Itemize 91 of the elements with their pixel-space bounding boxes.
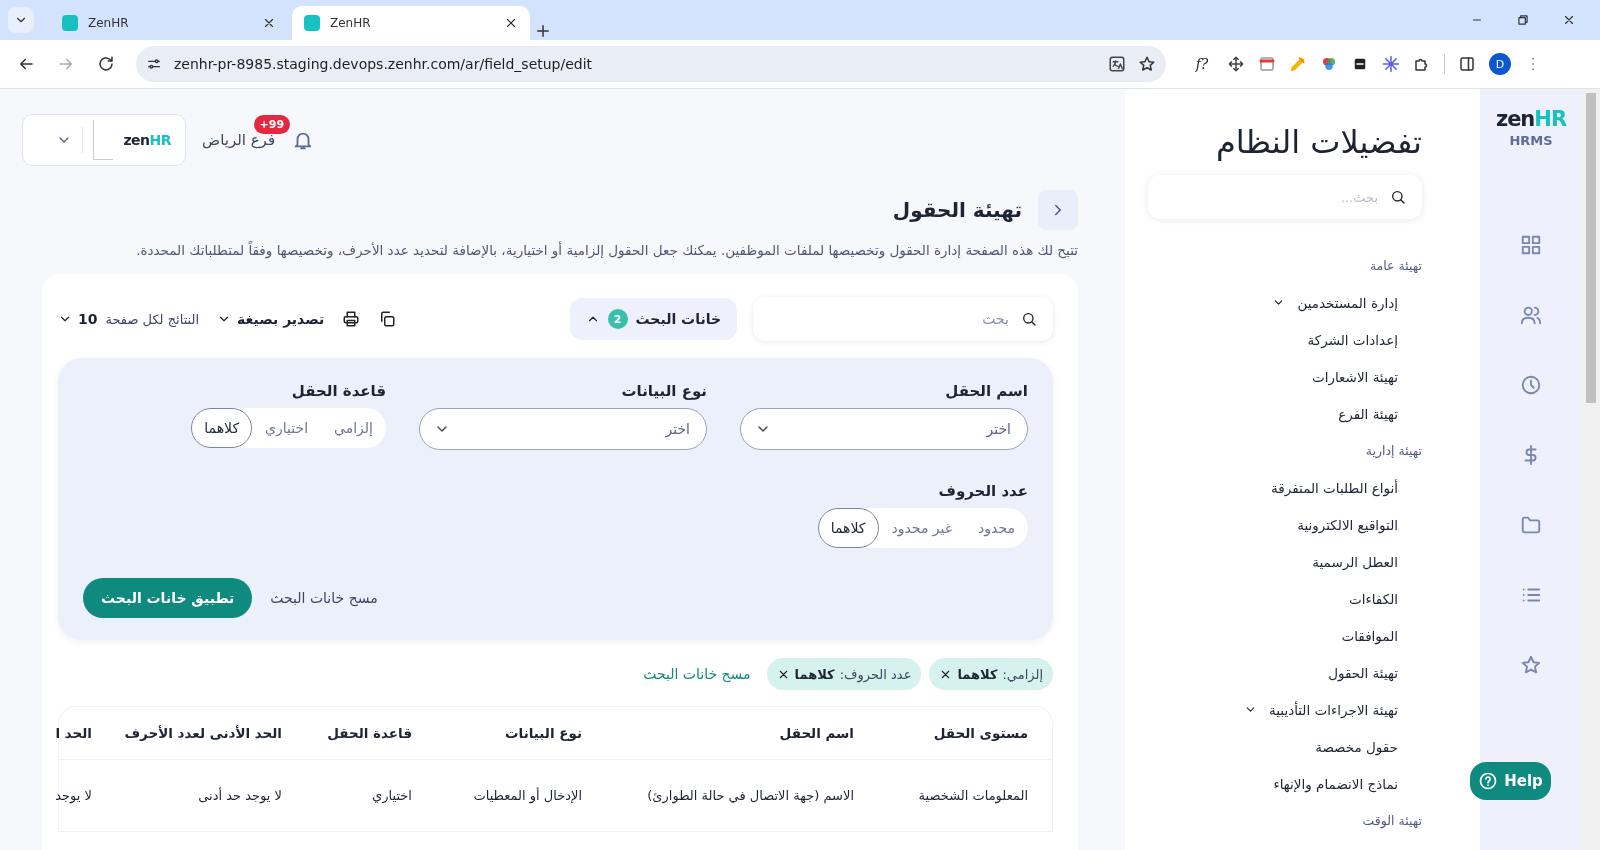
column-header: مستوى الحقل <box>932 724 1029 743</box>
move-icon[interactable] <box>1227 55 1245 73</box>
dropdown[interactable]: اختر <box>419 408 707 450</box>
nav-item[interactable]: إعدادات الشركة <box>1148 321 1422 358</box>
nav-item[interactable]: تهيئة الفرع <box>1148 395 1422 432</box>
favicon-icon <box>62 15 78 31</box>
company-switcher[interactable]: zenHR <box>22 114 186 166</box>
nav-item[interactable]: حقول مخصصة <box>1148 728 1422 765</box>
profile-avatar[interactable]: D <box>1489 53 1511 75</box>
close-icon[interactable] <box>504 16 518 30</box>
filter-chip[interactable]: عدد الحروف: كلاهما <box>766 658 922 690</box>
table-cell-text: اختياري <box>371 787 413 805</box>
grid-icon[interactable] <box>1520 234 1542 256</box>
search-icon <box>1390 189 1406 205</box>
restore-icon[interactable] <box>1516 13 1530 27</box>
sparkle-icon[interactable] <box>1382 55 1400 73</box>
close-icon[interactable] <box>1562 13 1576 27</box>
users-icon[interactable] <box>1520 304 1542 326</box>
table-cell-text: الإدخال أو المعطيات <box>472 786 583 806</box>
per-page-label: النتائج لكل صفحة <box>105 311 200 327</box>
color-wheel-icon[interactable] <box>1320 55 1338 73</box>
field-label: نوع البيانات <box>620 382 707 400</box>
nav-item[interactable]: الموافقات <box>1148 617 1422 654</box>
per-page-select[interactable]: 10 <box>58 311 98 327</box>
nav-item[interactable]: أنواع الطلبات المتفرقة <box>1148 469 1422 506</box>
browser-tab[interactable]: ZenHR <box>292 6 530 40</box>
search-field[interactable]: بحث <box>753 297 1053 341</box>
nav-item[interactable]: نماذج الانضمام والإنهاء <box>1148 765 1422 802</box>
column-header: الحد الأدنى لعدد الأحرف <box>123 724 283 743</box>
column-header: نوع البيانات <box>504 724 583 743</box>
nav-item[interactable]: تهيئة الاجراءات التأديبية <box>1148 691 1422 728</box>
copy-icon[interactable] <box>378 310 397 328</box>
translate-icon[interactable] <box>1108 55 1126 73</box>
reload-icon[interactable] <box>97 55 115 73</box>
address-bar[interactable]: zenhr-pr-8985.staging.devops.zenhr.com/ar/field_setup/edit <box>136 46 1166 82</box>
column-header: قاعدة الحقل <box>326 724 413 743</box>
clear-filters-link[interactable]: مسح خانات البحث <box>270 590 378 606</box>
side-panel-icon[interactable] <box>1458 55 1476 73</box>
table-cell-text: لا يوجد <box>55 787 93 806</box>
search-field[interactable]: بحث... <box>1148 175 1422 219</box>
logo: zenHR <box>1495 107 1567 131</box>
column-header: اسم الحقل <box>778 724 855 743</box>
table-cell-text: المعلومات الشخصية <box>917 787 1029 806</box>
branch-name: فرع الرياض <box>202 131 276 149</box>
page-description: تتيح لك هذه الصفحة إدارة الحقول وتخصيصها لملفات الموظفين. يمكنك جعل الحقول إلزامية أو اختيارية، بالإضافة لتحديد عدد الأحرف، وتخصيصها وفقاً لمتطلباتك المحددة. <box>135 242 1078 258</box>
bookmark-star-icon[interactable] <box>1138 55 1156 73</box>
table-cell-text: الاسم (جهة الاتصال في حالة الطوارئ) <box>646 787 855 806</box>
plus-icon[interactable] <box>534 22 552 40</box>
section-heading: تهيئة إدارية <box>1364 442 1422 460</box>
field-label: اسم الحقل <box>944 382 1028 400</box>
filter-chip[interactable]: إلزامي: كلاهما <box>929 658 1053 690</box>
table-cell-text: لا يوجد حد أدنى <box>197 786 283 806</box>
column-header: الحد ا <box>55 724 93 743</box>
close-icon[interactable] <box>262 16 276 30</box>
clock-icon[interactable] <box>1520 374 1542 396</box>
nav-item[interactable]: تهيئة الاشعارات <box>1148 358 1422 395</box>
site-settings-icon[interactable] <box>146 56 162 72</box>
section-heading: تهيئة الوقت <box>1361 812 1422 831</box>
apply-filters-button[interactable]: تطبيق خانات البحث <box>83 578 253 618</box>
scrollbar[interactable] <box>1582 89 1600 850</box>
star-icon[interactable] <box>1520 654 1542 676</box>
section-heading: تهيئة عامة <box>1368 257 1422 275</box>
segment-option[interactable]: إلزامي <box>321 408 386 448</box>
nav-item[interactable]: إدارة المستخدمين <box>1148 284 1422 321</box>
panel-title: تفضيلات النظام <box>1215 123 1422 161</box>
extension-button[interactable]: f? <box>1190 56 1214 72</box>
nav-item[interactable]: التواقيع الالكترونية <box>1148 506 1422 543</box>
help-button[interactable]: Help <box>1470 762 1551 800</box>
calendar-icon[interactable] <box>1258 55 1276 73</box>
product-name: HRMS <box>1509 133 1553 148</box>
dropdown[interactable]: اختر <box>740 408 1028 450</box>
help-icon <box>1478 771 1499 791</box>
notification-badge: +99 <box>253 115 291 134</box>
nav-item[interactable]: العطل الرسمية <box>1148 543 1422 580</box>
field-label: عدد الحروف <box>937 482 1028 500</box>
browser-tab[interactable]: ZenHR <box>50 6 288 40</box>
nav-item[interactable]: الكفاءات <box>1148 580 1422 617</box>
count-badge: 2 <box>607 309 628 329</box>
segment-option[interactable]: محدود <box>965 508 1028 548</box>
print-icon[interactable] <box>342 310 361 328</box>
logo: zenHR <box>123 132 171 148</box>
export-button[interactable]: تصدير بصيغة <box>217 311 325 327</box>
clear-filters-link[interactable]: مسح خانات البحث <box>643 666 751 682</box>
favicon-icon <box>304 15 320 31</box>
nav-item[interactable]: تهيئة الحقول <box>1148 654 1422 691</box>
search-icon <box>1021 311 1037 327</box>
field-label: قاعدة الحقل <box>290 382 386 400</box>
folder-icon[interactable] <box>1520 514 1542 536</box>
page-title: تهيئة الحقول <box>892 198 1022 222</box>
segment-option[interactable]: اختياري <box>252 408 322 448</box>
segment-option[interactable]: غير محدود <box>878 508 966 548</box>
